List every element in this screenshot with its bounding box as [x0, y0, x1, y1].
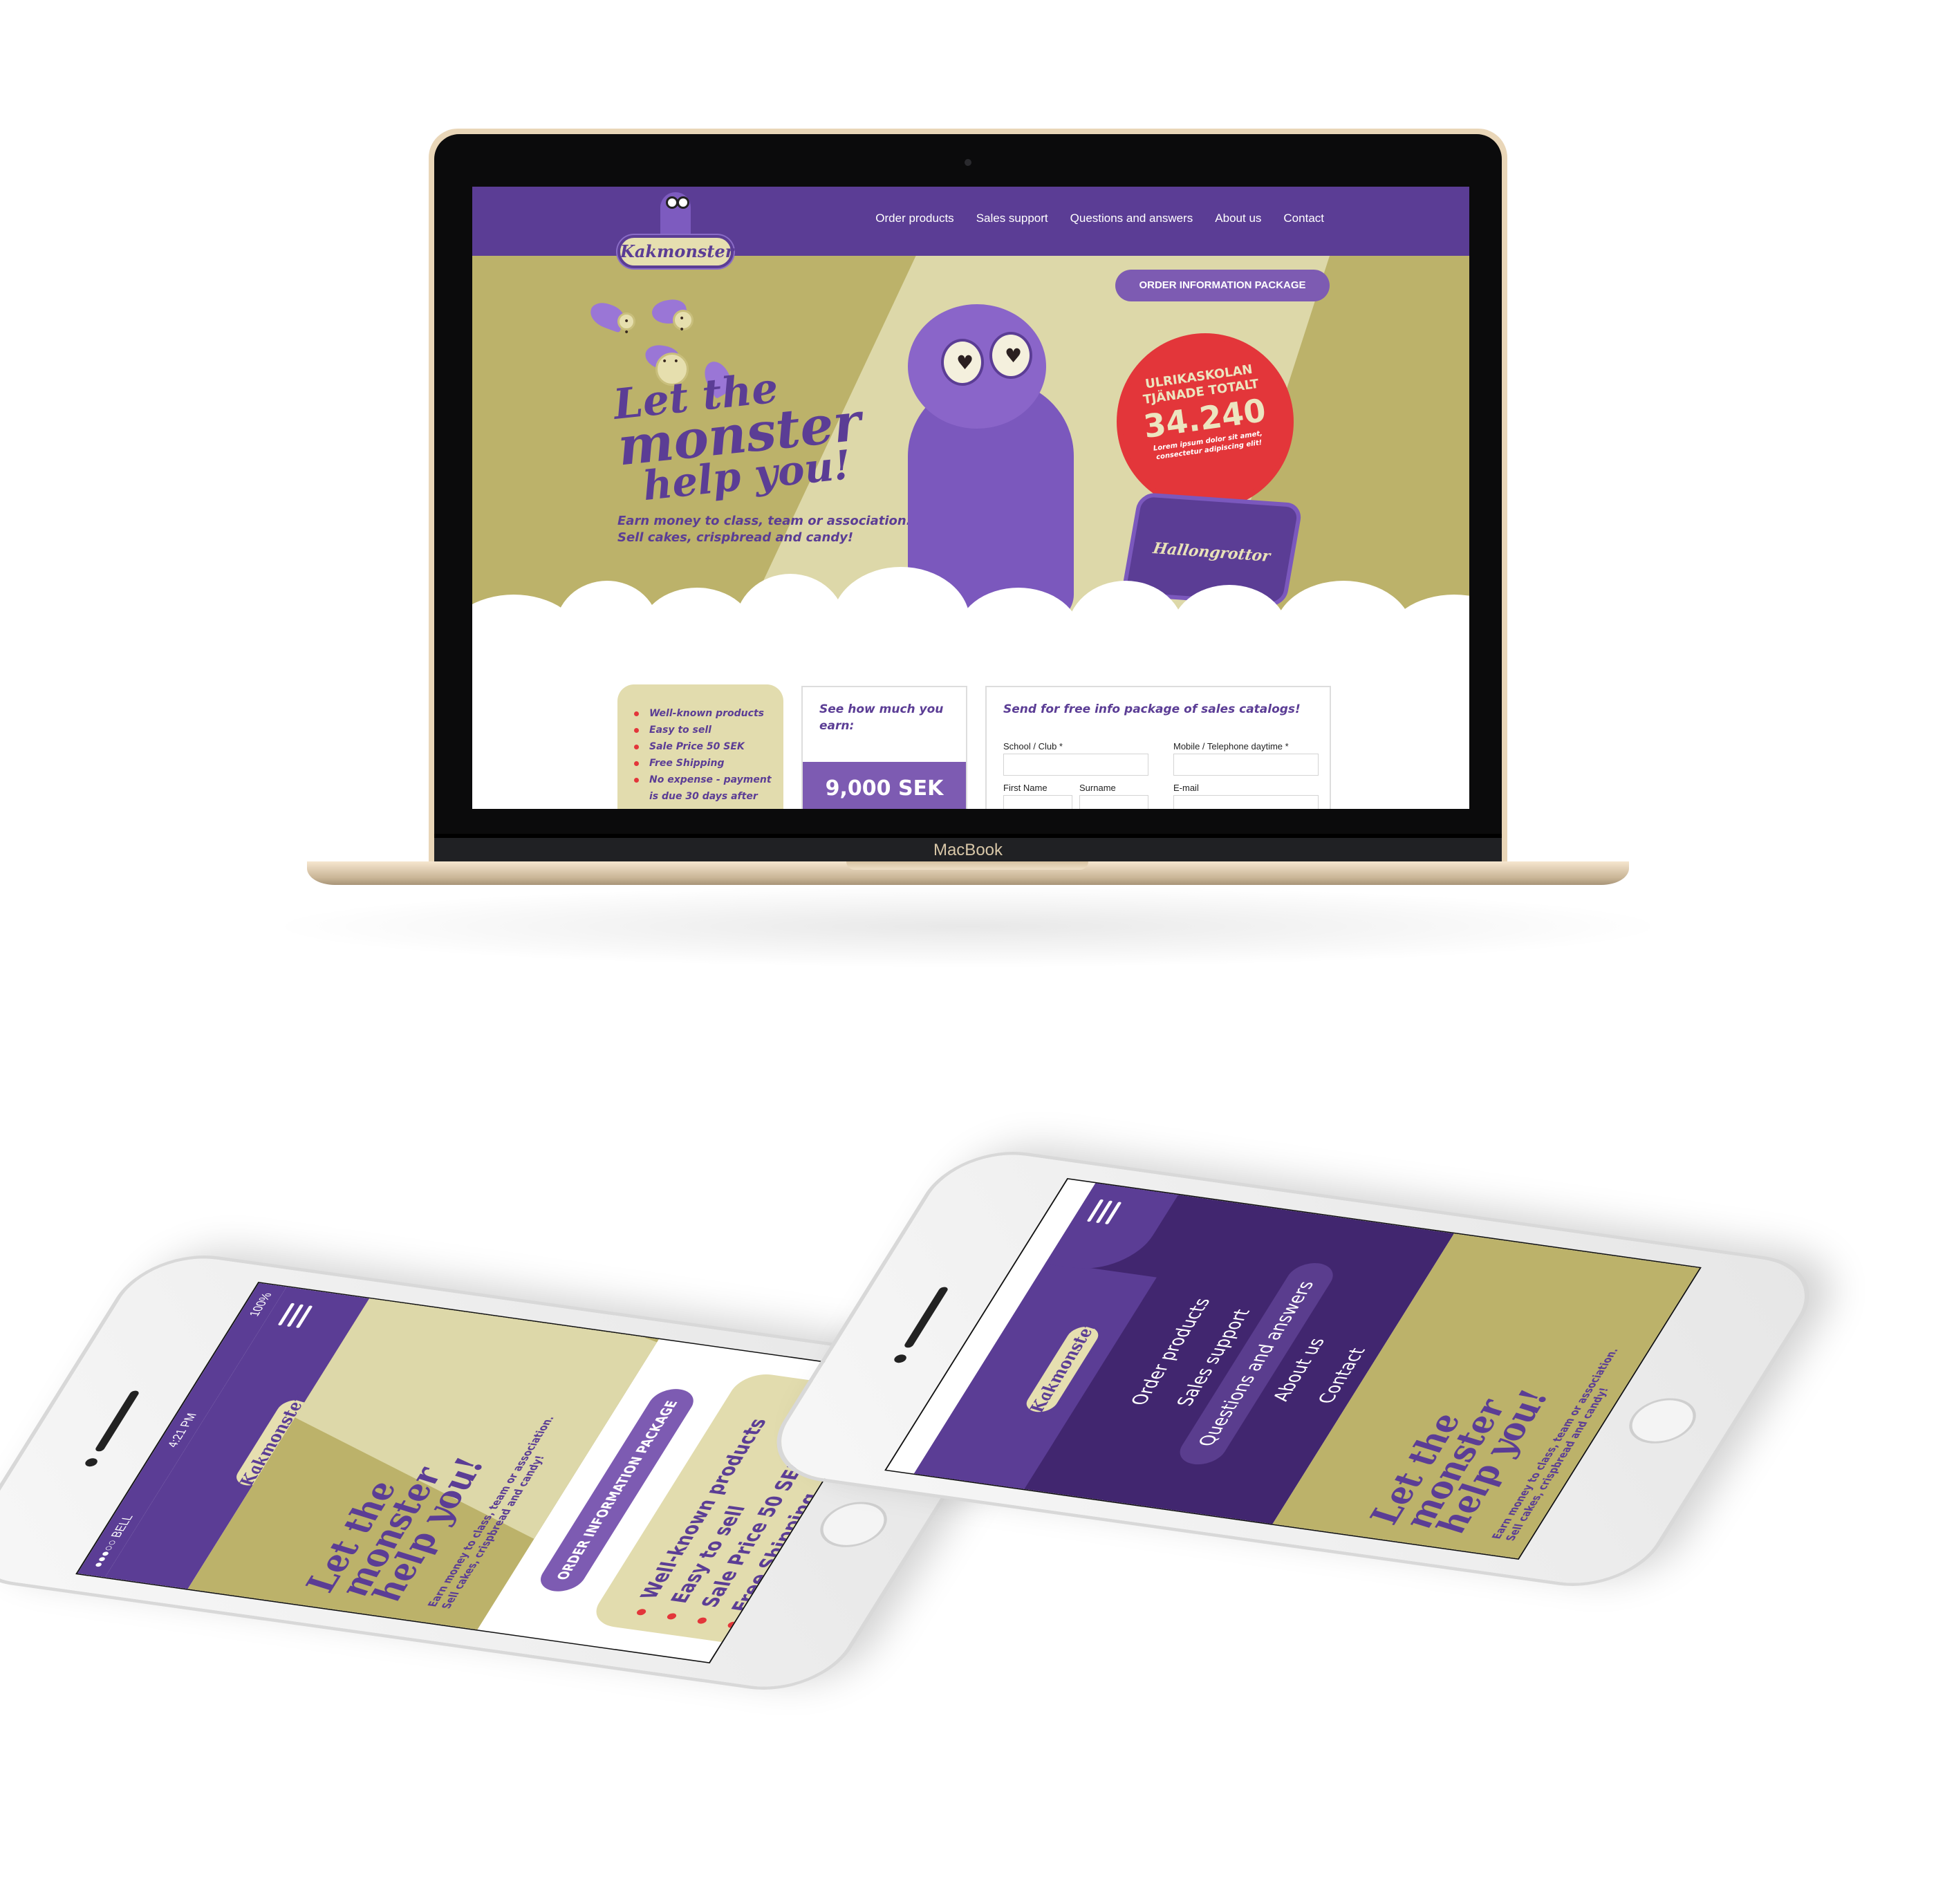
front-camera-icon: [892, 1354, 909, 1364]
front-camera-icon: [83, 1457, 100, 1468]
cloud-shape: [1067, 581, 1184, 643]
earnings-title: See how much you earn:: [819, 702, 944, 733]
laptop-base: [307, 861, 1629, 885]
monster-head: [908, 304, 1046, 429]
desktop-website: Order products Sales support Questions a…: [472, 187, 1469, 809]
nav-order-products[interactable]: Order products: [875, 212, 953, 225]
cookie-icon: [617, 312, 635, 338]
surname-input[interactable]: [1079, 795, 1148, 809]
laptop-mockup: Order products Sales support Questions a…: [429, 129, 1507, 861]
tagline-line-1: Earn money to class, team or association…: [617, 514, 911, 528]
cloud-divider: [472, 567, 1469, 643]
earnings-badge: ULRIKASKOLAN TJÄNADE TOTALT 34.240 Lorem…: [1122, 339, 1288, 505]
cloud-shape: [1171, 585, 1288, 643]
first-name-input[interactable]: [1003, 795, 1072, 809]
school-label: School / Club *: [1003, 741, 1063, 752]
main-nav: Order products Sales support Questions a…: [875, 212, 1324, 225]
logo-monster-icon: [660, 192, 691, 241]
speaker-grille: [94, 1390, 140, 1453]
earnings-value: 9,000 SEK: [803, 762, 966, 809]
laptop-lid: Order products Sales support Questions a…: [429, 129, 1507, 861]
hero-tagline: Earn money to class, team or association…: [617, 513, 911, 546]
nav-sales-support[interactable]: Sales support: [976, 212, 1048, 225]
home-button: [1618, 1394, 1707, 1448]
first-name-label: First Name: [1003, 783, 1048, 793]
phone-input[interactable]: [1173, 754, 1319, 776]
feature-item: Easy to sell: [631, 722, 774, 738]
email-input[interactable]: [1173, 795, 1319, 809]
email-label: E-mail: [1173, 783, 1199, 793]
mobile-website-home: ●●●○○ BELL 4:21 PM 100% Kakmonster Let t…: [75, 1282, 893, 1663]
features-list: Well-known products Easy to sell Sale Pr…: [617, 684, 783, 809]
earnings-calculator: See how much you earn: 9,000 SEK: [801, 686, 967, 809]
feature-item: Well-known products: [631, 705, 774, 722]
laptop-notch: [846, 861, 1088, 870]
product-label: Hallongrottor: [1151, 539, 1272, 566]
speaker-grille: [903, 1286, 949, 1349]
cloud-shape: [832, 567, 970, 643]
school-club-input[interactable]: [1003, 754, 1148, 776]
phone-label: Mobile / Telephone daytime *: [1173, 741, 1289, 752]
tagline-line-2: Sell cakes, crispbread and candy!: [617, 530, 854, 545]
heart-eye-icon: [989, 332, 1032, 379]
kakmonster-logo[interactable]: Kakmonster: [617, 192, 735, 275]
nav-questions-and-answers[interactable]: Questions and answers: [1070, 212, 1193, 225]
info-package-form: Send for free info package of sales cata…: [985, 686, 1331, 809]
laptop-shadow: [263, 885, 1673, 968]
hero-section: Let the monster help you! Earn money to …: [472, 256, 1469, 643]
nav-about-us[interactable]: About us: [1215, 212, 1261, 225]
logo-wordmark: Kakmonster: [617, 235, 734, 268]
order-information-package-button[interactable]: ORDER INFORMATION PACKAGE: [1115, 270, 1330, 301]
laptop-bezel: Order products Sales support Questions a…: [434, 134, 1502, 856]
nav-contact[interactable]: Contact: [1283, 212, 1324, 225]
feature-item: Free Shipping: [631, 755, 774, 772]
macbook-label: MacBook: [933, 841, 1003, 859]
home-button: [809, 1497, 898, 1551]
heart-eye-icon: [941, 339, 984, 386]
surname-label: Surname: [1079, 783, 1116, 793]
camera-icon: [965, 159, 971, 166]
mobile-website-menu: Kakmonster Order products Sales support …: [884, 1178, 1702, 1560]
form-title: Send for free info package of sales cata…: [1003, 702, 1301, 716]
laptop-chin: MacBook: [434, 834, 1502, 861]
hero-headline: Let the monster help you!: [611, 361, 872, 510]
hamburger-menu-icon[interactable]: [277, 1303, 315, 1329]
feature-item: No expense - payment is due 30 days afte…: [631, 772, 774, 805]
cloud-shape: [735, 574, 846, 643]
cloud-shape: [956, 588, 1081, 643]
cookie-icon: [673, 310, 694, 335]
feature-item: Sale Price 50 SEK: [631, 738, 774, 755]
